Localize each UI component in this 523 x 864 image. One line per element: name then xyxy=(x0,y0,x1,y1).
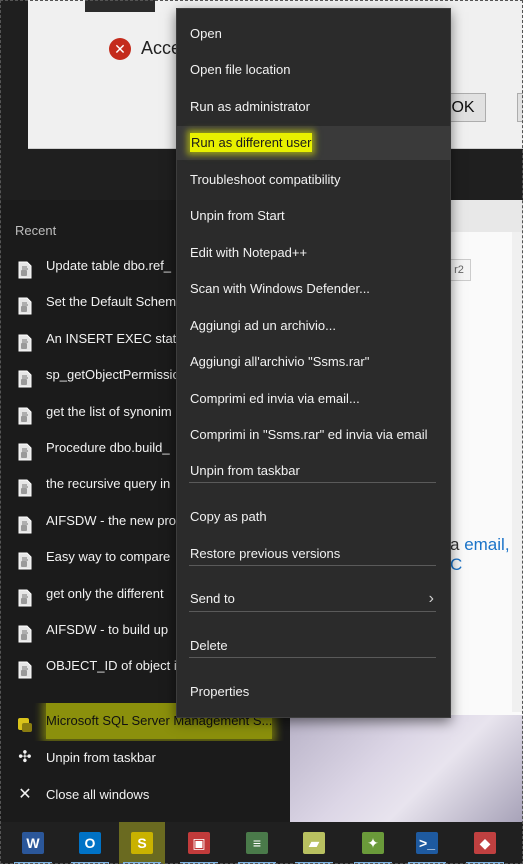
recent-item-label: OBJECT_ID of object i xyxy=(46,658,177,674)
context-menu-item-label: Aggiungi all'archivio "Ssms.rar" xyxy=(190,354,370,369)
recent-item-label: the recursive query in xyxy=(46,476,171,492)
sql-file-icon xyxy=(16,293,34,315)
dialog-second-button[interactable] xyxy=(517,93,523,122)
taskbar-button[interactable]: S xyxy=(119,822,165,864)
sql-file-icon xyxy=(16,330,34,352)
recent-item-label: An INSERT EXEC state xyxy=(46,330,184,346)
menu-separator xyxy=(189,565,436,566)
sql-file-icon xyxy=(16,585,34,607)
tool-icon: ◆ xyxy=(474,832,496,854)
context-menu-item[interactable]: Unpin from Start xyxy=(177,199,450,233)
page-scrollbar[interactable] xyxy=(512,232,523,712)
context-menu-item[interactable]: Comprimi in "Ssms.rar" ed invia via emai… xyxy=(177,418,450,452)
recent-item-label: Update table dbo.ref_ xyxy=(46,258,172,273)
taskbar-button[interactable]: ≡ xyxy=(234,822,280,864)
context-menu-item-label: Comprimi in "Ssms.rar" ed invia via emai… xyxy=(190,427,428,442)
context-menu-item-label: Run as different user xyxy=(190,133,313,152)
ssms-icon xyxy=(16,712,34,732)
menu-separator xyxy=(189,482,436,483)
web-link-prefix: a xyxy=(450,535,465,554)
context-menu-item-label: Delete xyxy=(190,638,228,653)
eraser-icon: ▰ xyxy=(303,832,325,854)
sql-file-icon xyxy=(16,621,34,643)
context-menu-item[interactable]: Edit with Notepad++ xyxy=(177,236,450,270)
taskbar-button[interactable]: W xyxy=(10,822,56,864)
context-menu-item[interactable]: Open file location xyxy=(177,53,450,87)
context-menu-item[interactable]: Troubleshoot compatibility xyxy=(177,163,450,197)
taskbar-button[interactable]: ✦ xyxy=(350,822,396,864)
context-menu-item[interactable]: Aggiungi ad un archivio... xyxy=(177,309,450,343)
recent-item-label: AIFSDW - the new pro xyxy=(46,512,177,528)
recent-item-label: get the list of synonim xyxy=(46,403,172,419)
context-menu-item[interactable]: Comprimi ed invia via email... xyxy=(177,382,450,416)
context-menu-item-label: Restore previous versions xyxy=(190,546,341,561)
sql-file-icon xyxy=(16,512,34,534)
context-menu-item-label: Open file location xyxy=(190,62,291,77)
jump-list-action[interactable]: ✣ Unpin from taskbar xyxy=(0,740,290,776)
context-menu-item-label: Troubleshoot compatibility xyxy=(190,172,341,187)
email-link[interactable]: email xyxy=(464,535,505,554)
sql-file-icon xyxy=(16,657,34,679)
context-menu-item-label: Edit with Notepad++ xyxy=(190,245,308,260)
taskbar-button[interactable]: O xyxy=(67,822,113,864)
context-menu-item-label: Aggiungi ad un archivio... xyxy=(190,318,336,333)
visual-studio-icon: ✦ xyxy=(362,832,384,854)
sql-file-icon xyxy=(16,257,34,279)
error-icon: ✕ xyxy=(109,38,131,60)
report-icon: ≡ xyxy=(246,832,268,854)
context-menu-item[interactable]: Scan with Windows Defender... xyxy=(177,272,450,306)
unpin-icon: ✣ xyxy=(18,749,32,766)
jump-list-action-label: Close all windows xyxy=(46,786,150,802)
context-menu: Open Open file location Run as administrat… xyxy=(176,8,451,718)
context-menu-item[interactable]: Run as different user xyxy=(177,126,450,160)
outlook-icon: O xyxy=(79,832,101,854)
dialog-titlebar xyxy=(85,0,155,12)
context-menu-item-label: Properties xyxy=(190,684,250,699)
word-icon: W xyxy=(22,832,44,854)
recent-item-label: get only the different xyxy=(46,585,164,601)
context-menu-item[interactable]: Aggiungi all'archivio "Ssms.rar" xyxy=(177,345,450,379)
taskbar-button[interactable]: ▰ xyxy=(291,822,337,864)
close-icon: ✕ xyxy=(18,785,32,803)
context-menu-item[interactable]: Open xyxy=(177,17,450,51)
recent-item-label: Procedure dbo.build_ xyxy=(46,440,170,455)
recent-item-label: AIFSDW - to build up xyxy=(46,622,169,637)
context-menu-item-label: Unpin from taskbar xyxy=(190,463,300,478)
jump-list-action[interactable]: ✕ Close all windows xyxy=(0,777,290,813)
menu-separator xyxy=(189,611,436,612)
menu-separator xyxy=(189,657,436,658)
sql-file-icon xyxy=(16,475,34,497)
sql-file-icon xyxy=(16,403,34,425)
taskbar-button[interactable]: ▣ xyxy=(176,822,222,864)
sql-file-icon xyxy=(16,366,34,388)
taskbar-button[interactable]: >_ xyxy=(404,822,450,864)
sql-file-icon xyxy=(16,548,34,570)
powershell-icon: >_ xyxy=(416,832,438,854)
web-image xyxy=(290,715,523,822)
context-menu-item-label: Send to xyxy=(190,591,235,606)
toolbox-icon: ▣ xyxy=(188,832,210,854)
context-menu-item-label: Scan with Windows Defender... xyxy=(190,281,370,296)
recent-item-label: Set the Default Schem xyxy=(46,294,177,310)
sql-file-icon xyxy=(16,439,34,461)
context-menu-item-label: Comprimi ed invia via email... xyxy=(190,391,360,406)
jump-list-action-label: Unpin from taskbar xyxy=(46,750,156,765)
context-menu-item-label: Open xyxy=(190,26,222,41)
ssms-icon: S xyxy=(131,832,153,854)
context-menu-item[interactable]: Run as administrator xyxy=(177,90,450,124)
context-menu-item[interactable]: Copy as path xyxy=(177,500,450,534)
recent-header: Recent xyxy=(15,223,57,238)
context-menu-item[interactable]: Properties xyxy=(177,675,450,709)
context-menu-item-label: Run as administrator xyxy=(190,99,310,114)
taskbar-button[interactable]: ◆ xyxy=(462,822,508,864)
context-menu-item-label: Copy as path xyxy=(190,509,267,524)
recent-item-label: sp_getObjectPermissio xyxy=(46,367,180,383)
context-menu-item-label: Unpin from Start xyxy=(190,208,285,223)
recent-item-label: Easy way to compare xyxy=(46,549,171,565)
